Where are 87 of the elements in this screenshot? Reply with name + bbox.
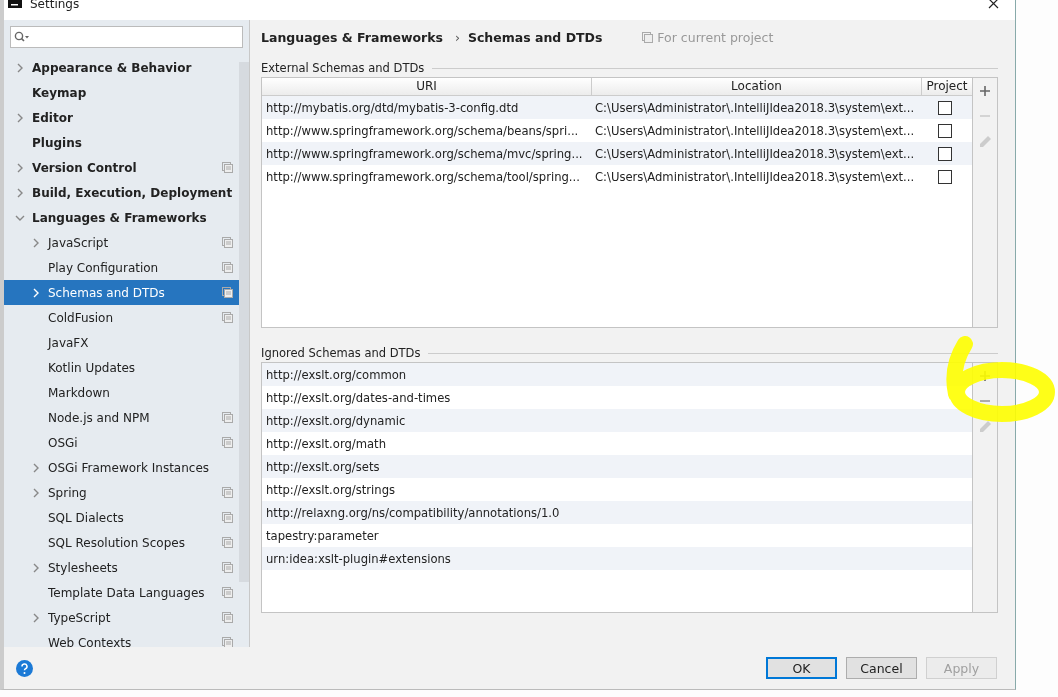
dialog-button[interactable]: OK (766, 657, 837, 679)
checkbox[interactable] (938, 100, 952, 115)
sidebar-item[interactable]: Schemas and DTDs (4, 280, 239, 305)
sidebar-item[interactable]: Markdown (4, 380, 239, 405)
copy-icon (222, 537, 233, 548)
search-icon (14, 31, 30, 43)
table-cell-text: http://exslt.org/common (265, 367, 407, 382)
sidebar-item[interactable]: Version Control (4, 155, 239, 180)
checkbox[interactable] (938, 123, 952, 138)
table-cell-text: C:\Users\Administrator\.IntelliJIdea2018.3\system\ext... (594, 100, 916, 115)
copy-icon (642, 31, 654, 43)
sidebar-item[interactable]: Template Data Languages (4, 580, 239, 605)
copy-icon (222, 587, 233, 598)
chevron-down-icon (15, 213, 25, 222)
column-header[interactable]: URI (262, 78, 592, 95)
close-icon[interactable] (988, 0, 999, 9)
sidebar-item[interactable]: SQL Dialects (4, 505, 239, 530)
sidebar-item[interactable]: Editor (4, 105, 239, 130)
chevron-right-icon (32, 237, 40, 248)
table-cell-text: http://exslt.org/sets (265, 459, 380, 474)
copy-icon (222, 412, 233, 423)
sidebar-item[interactable]: Appearance & Behavior (4, 55, 239, 80)
search-field[interactable] (10, 26, 243, 48)
table-cell-text: C:\Users\Administrator\.IntelliJIdea2018.3\system\ext... (594, 146, 916, 161)
copy-icon (222, 437, 233, 448)
help-icon[interactable] (16, 659, 33, 677)
sidebar-item[interactable]: Build, Execution, Deployment (4, 180, 239, 205)
section-title: Ignored Schemas and DTDs (261, 346, 421, 360)
copy-icon (222, 562, 233, 573)
chevron-right-icon (32, 487, 40, 498)
sidebar-item[interactable]: Node.js and NPM (4, 405, 239, 430)
sidebar-item[interactable]: ColdFusion (4, 305, 239, 330)
chevron-right-icon (16, 62, 24, 73)
copy-icon (222, 312, 233, 323)
sidebar-item[interactable]: Languages & Frameworks (4, 205, 239, 230)
copy-icon (222, 512, 233, 523)
sidebar-item[interactable]: Spring (4, 480, 239, 505)
dialog-button[interactable]: Cancel (846, 657, 917, 679)
table-cell-text: C:\Users\Administrator\.IntelliJIdea2018.3\system\ext... (594, 123, 916, 138)
table-cell-text: http://exslt.org/dates-and-times (265, 390, 451, 405)
add-icon[interactable] (979, 85, 991, 97)
table-cell-text: C:\Users\Administrator\.IntelliJIdea2018.3\system\ext... (594, 169, 916, 184)
table-cell-text: urn:idea:xslt-plugin#extensions (265, 551, 451, 566)
table-cell-text: http://exslt.org/dynamic (265, 413, 406, 428)
section-title: External Schemas and DTDs (261, 61, 425, 75)
scrollbar-thumb[interactable] (239, 62, 249, 582)
sidebar-item[interactable]: OSGi Framework Instances (4, 455, 239, 480)
sidebar-item[interactable]: JavaScript (4, 230, 239, 255)
sidebar-item[interactable]: SQL Resolution Scopes (4, 530, 239, 555)
table-cell-text: http://relaxng.org/ns/compatibility/annotations/1.0 (265, 505, 560, 520)
copy-icon (222, 612, 233, 623)
column-header[interactable]: Location (592, 78, 922, 95)
table-cell-text: http://www.springframework.org/schema/tool/spring... (265, 169, 581, 184)
copy-icon (222, 237, 233, 248)
checkbox[interactable] (938, 169, 952, 184)
sidebar-item[interactable]: Stylesheets (4, 555, 239, 580)
chevron-right-icon (32, 612, 40, 623)
sidebar-item[interactable]: Keymap (4, 80, 239, 105)
sidebar-item[interactable]: JavaFX (4, 330, 239, 355)
table-cell-text: http://exslt.org/strings (265, 482, 396, 497)
sidebar-item[interactable]: Kotlin Updates (4, 355, 239, 380)
column-header[interactable]: Project (922, 78, 972, 95)
breadcrumb-separator: › (454, 29, 460, 45)
table-cell-text: http://mybatis.org/dtd/mybatis-3-config.dtd (265, 100, 520, 115)
chevron-right-icon (32, 562, 40, 573)
table-cell-text: http://exslt.org/math (265, 436, 386, 451)
sidebar-item[interactable]: Web Contexts (4, 630, 239, 647)
copy-icon (222, 262, 233, 273)
breadcrumb-parent[interactable]: Languages & Frameworks (261, 29, 443, 45)
breadcrumb-current: Schemas and DTDs (467, 29, 603, 45)
chevron-right-icon (16, 162, 24, 173)
sidebar-item[interactable]: Plugins (4, 130, 239, 155)
chevron-right-icon (16, 187, 24, 198)
table-cell-text: http://www.springframework.org/schema/beans/spri... (265, 123, 580, 138)
table-cell-text: http://www.springframework.org/schema/mvc/spring... (265, 146, 584, 161)
sidebar-item[interactable]: Play Configuration (4, 255, 239, 280)
scope-label: For current project (657, 29, 774, 45)
copy-icon (222, 487, 233, 498)
checkbox[interactable] (938, 146, 952, 161)
copy-icon (222, 162, 233, 173)
sidebar-item[interactable]: OSGi (4, 430, 239, 455)
sidebar-item[interactable]: TypeScript (4, 605, 239, 630)
chevron-right-icon (32, 287, 40, 298)
chevron-right-icon (32, 462, 40, 473)
chevron-right-icon (16, 112, 24, 123)
table-cell-text: tapestry:parameter (265, 528, 379, 543)
copy-icon (222, 287, 233, 298)
